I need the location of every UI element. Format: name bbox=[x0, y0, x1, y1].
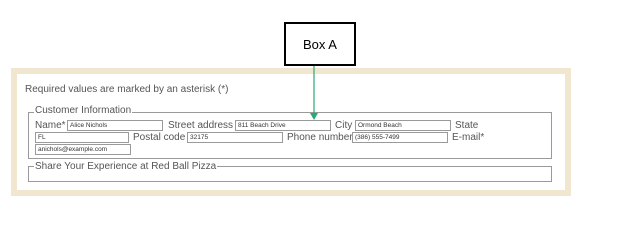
callout-arrow bbox=[310, 66, 318, 120]
callout-arrow-head bbox=[310, 113, 318, 120]
